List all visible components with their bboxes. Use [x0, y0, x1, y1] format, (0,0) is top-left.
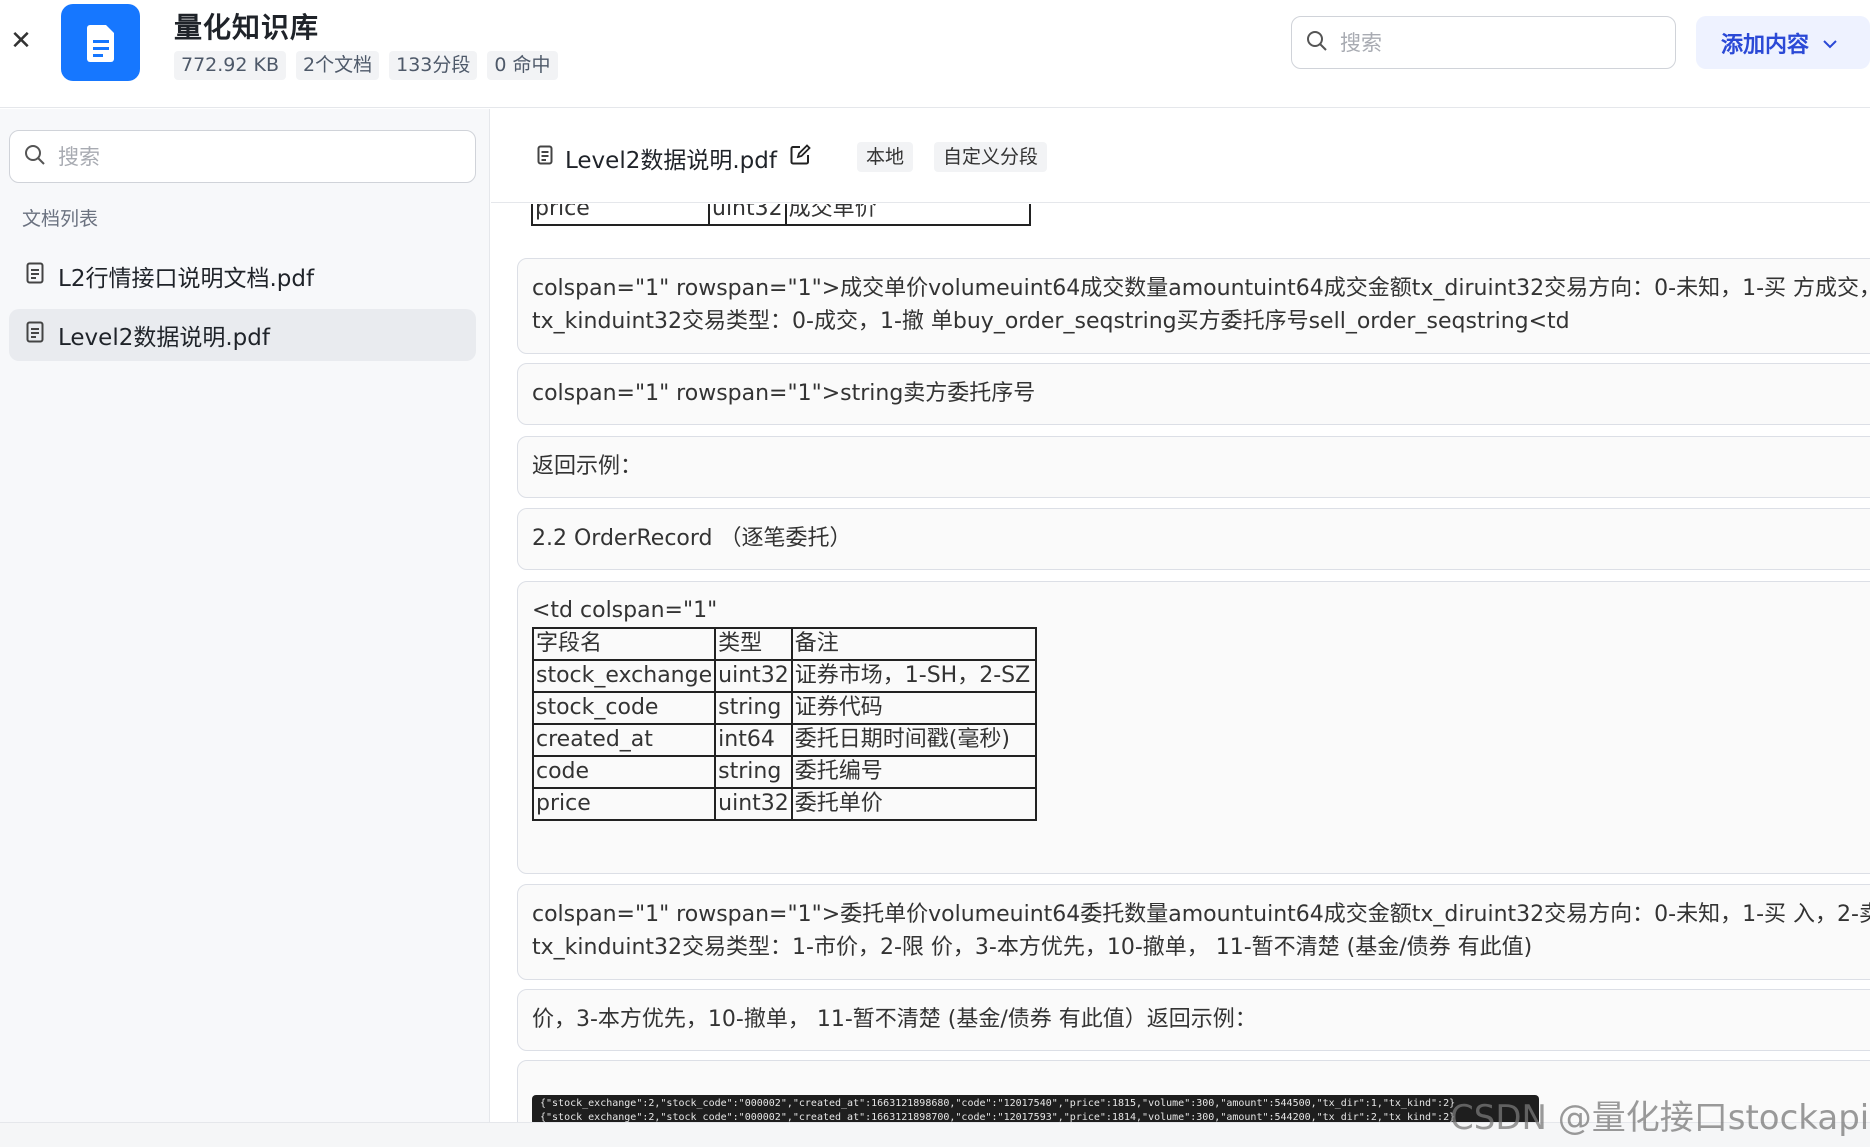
source-tag: 本地: [857, 142, 914, 172]
sidebar-search-input[interactable]: [58, 144, 358, 169]
segment-card[interactable]: 价，3-本方优先，10-撤单， 11-暂不清楚 (基金/债券 有此值）返回示例：: [517, 989, 1870, 1051]
table-cell: uint32: [714, 659, 793, 693]
table-cell: 委托编号: [790, 755, 1037, 789]
table-row: created_at int64 委托日期时间戳(毫秒): [531, 723, 1037, 757]
table-cell: string: [714, 691, 793, 725]
table-cell: code: [531, 755, 717, 789]
doc-list-title: 文档列表: [22, 208, 99, 230]
file-icon: [26, 262, 44, 290]
add-content-label: 添加内容: [1721, 32, 1810, 58]
segment-count-badge: 133分段: [389, 51, 478, 80]
code-line: {"stock_exchange":2,"stock_code":"000002…: [540, 1112, 1456, 1122]
segment-card[interactable]: 2.2 OrderRecord （逐笔委托）: [517, 508, 1870, 570]
top-search-input[interactable]: [1340, 30, 1640, 55]
table-row: code string 委托编号: [531, 755, 1037, 789]
sidebar-item-doc-2[interactable]: Level2数据说明.pdf: [9, 309, 476, 361]
segment-text: tx_kinduint32交易类型：0-成交，1-撤 单buy_order_se…: [532, 309, 1570, 334]
table-cell: 成交单价: [784, 204, 1031, 226]
table-row: stock_exchange uint32 证券市场，1-SH，2-SZ: [531, 659, 1037, 693]
segment-card[interactable]: <td colspan="1" 字段名 类型 备注 stock_exchange…: [517, 581, 1870, 874]
sidebar-search-box[interactable]: [9, 130, 476, 183]
table-cell: price: [531, 787, 717, 821]
table-header-row: 字段名 类型 备注: [531, 627, 1037, 661]
file-title: Level2数据说明.pdf: [537, 141, 811, 175]
sidebar: 文档列表 L2行情接口说明文档.pdf Level2数据说明.pdf: [0, 109, 490, 1122]
order-record-table: 字段名 类型 备注 stock_exchange uint32 证券市场，1-S…: [531, 627, 1037, 821]
watermark: CSDN @量化接口stockapi: [1450, 1098, 1870, 1138]
top-search-box[interactable]: [1291, 16, 1676, 69]
table-cell: 委托单价: [790, 787, 1037, 821]
table-cell: 委托日期时间戳(毫秒): [790, 723, 1037, 757]
segment-card[interactable]: 返回示例：: [517, 436, 1870, 498]
hit-count-badge: 0 命中: [487, 51, 558, 80]
chevron-down-icon: [1823, 30, 1837, 55]
doc-name: L2行情接口说明文档.pdf: [58, 266, 315, 292]
segment-text: 返回示例：: [532, 454, 643, 479]
doc-name: Level2数据说明.pdf: [58, 325, 270, 351]
file-name-label: Level2数据说明.pdf: [565, 148, 777, 174]
code-screenshot: {"stock_exchange":2,"stock_code":"000002…: [532, 1095, 1539, 1122]
table-cell: int64: [714, 723, 793, 757]
close-icon[interactable]: ✕: [8, 26, 34, 56]
page-title: 量化知识库: [174, 11, 320, 44]
search-icon: [1306, 30, 1328, 56]
table-cell: 证券代码: [790, 691, 1037, 725]
table-cell: 证券市场，1-SH，2-SZ: [790, 659, 1037, 693]
doc-count-badge: 2个文档: [296, 51, 380, 80]
segment-text: 2.2 OrderRecord （逐笔委托）: [532, 526, 852, 551]
table-header: 备注: [790, 627, 1037, 661]
table-cell: price: [531, 204, 710, 226]
segment-mode-tag: 自定义分段: [934, 142, 1048, 172]
segment-card[interactable]: colspan="1" rowspan="1">成交单价volumeuint64…: [517, 258, 1870, 354]
table-row: stock_code string 证券代码: [531, 691, 1037, 725]
top-table-fragment: price uint32 成交单价: [531, 204, 1031, 226]
segment-text: 价，3-本方优先，10-撤单， 11-暂不清楚 (基金/债券 有此值）返回示例：: [532, 1007, 1257, 1032]
segment-text: colspan="1" rowspan="1">成交单价volumeuint64…: [532, 276, 1870, 301]
file-icon: [26, 321, 44, 349]
segment-text: tx_kinduint32交易类型：1-市价，2-限 价，3-本方优先，10-撤…: [532, 935, 1533, 960]
table-cell: stock_code: [531, 691, 717, 725]
segment-text: <td colspan="1": [532, 598, 718, 623]
file-icon: [537, 145, 553, 171]
size-badge: 772.92 KB: [174, 51, 287, 80]
table-cell: string: [714, 755, 793, 789]
top-header: ✕ 量化知识库 772.92 KB 2个文档 133分段 0 命中 添加内容: [0, 0, 1870, 108]
segment-list: price uint32 成交单价 colspan="1" rowspan="1…: [491, 204, 1870, 1122]
stats-bar: 772.92 KB 2个文档 133分段 0 命中: [174, 51, 558, 80]
segment-text: colspan="1" rowspan="1">委托单价volumeuint64…: [532, 902, 1870, 927]
edit-icon[interactable]: [789, 144, 811, 172]
sidebar-item-doc-1[interactable]: L2行情接口说明文档.pdf: [9, 250, 476, 302]
table-cell: uint32: [708, 204, 787, 226]
segment-card[interactable]: colspan="1" rowspan="1">委托单价volumeuint64…: [517, 884, 1870, 980]
document-icon: [61, 4, 140, 81]
table-cell: uint32: [714, 787, 793, 821]
document-header: Level2数据说明.pdf 本地 自定义分段: [491, 109, 1870, 203]
table-header: 字段名: [531, 627, 717, 661]
table-cell: stock_exchange: [531, 659, 717, 693]
table-row: price uint32 委托单价: [531, 787, 1037, 821]
code-line: {"stock_exchange":2,"stock_code":"000002…: [540, 1098, 1456, 1109]
table-header: 类型: [714, 627, 793, 661]
search-icon: [24, 144, 46, 170]
segment-card[interactable]: colspan="1" rowspan="1">string卖方委托序号: [517, 363, 1870, 425]
table-cell: created_at: [531, 723, 717, 757]
add-content-button[interactable]: 添加内容: [1696, 16, 1870, 69]
segment-text: colspan="1" rowspan="1">string卖方委托序号: [532, 381, 1036, 406]
table-row: price uint32 成交单价: [531, 204, 1031, 226]
